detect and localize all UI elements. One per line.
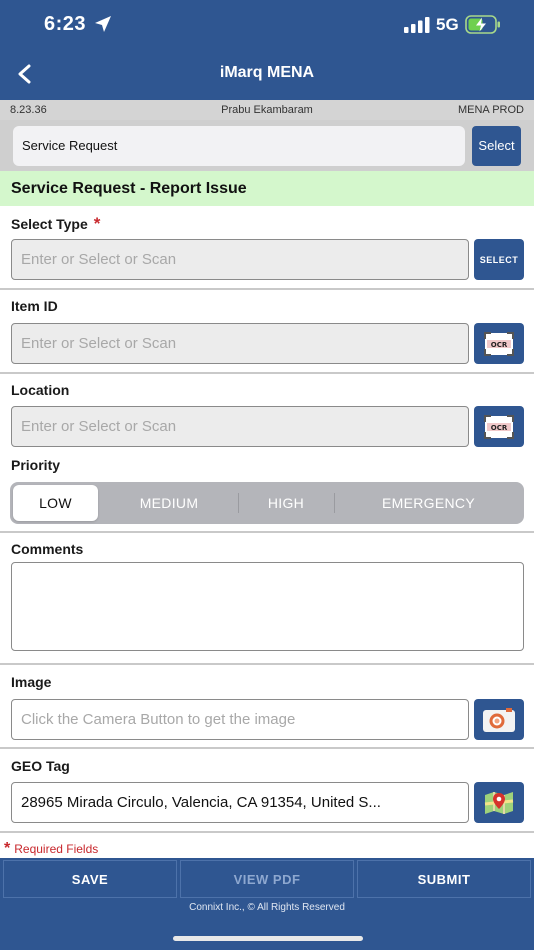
comments-label: Comments bbox=[11, 541, 84, 557]
cellular-signal-icon bbox=[404, 17, 430, 33]
divider bbox=[0, 747, 534, 749]
select-type-input[interactable]: Enter or Select or Scan bbox=[11, 239, 469, 280]
camera-icon bbox=[483, 707, 515, 732]
divider bbox=[0, 663, 534, 665]
priority-option-high[interactable]: HIGH bbox=[240, 485, 332, 521]
divider bbox=[0, 372, 534, 374]
ocr-scan-icon: OCR bbox=[484, 414, 514, 439]
required-star: * bbox=[93, 214, 101, 233]
module-field[interactable]: Service Request bbox=[13, 126, 465, 166]
divider bbox=[0, 831, 534, 833]
camera-button[interactable] bbox=[474, 699, 524, 740]
map-button[interactable] bbox=[474, 782, 524, 823]
segment-separator bbox=[334, 493, 335, 513]
info-bar: Prabu Ekambaram 8.23.36 MENA PROD bbox=[0, 100, 534, 120]
app-title: iMarq MENA bbox=[219, 64, 315, 81]
svg-text:OCR: OCR bbox=[491, 341, 508, 349]
location-input[interactable]: Enter or Select or Scan bbox=[11, 406, 469, 447]
comments-textarea[interactable] bbox=[11, 562, 524, 651]
priority-option-emergency[interactable]: EMERGENCY bbox=[336, 485, 521, 521]
svg-text:OCR: OCR bbox=[491, 424, 508, 432]
submit-button[interactable]: SUBMIT bbox=[357, 860, 531, 898]
view-pdf-button[interactable]: VIEW PDF bbox=[180, 860, 354, 898]
image-input[interactable]: Click the Camera Button to get the image bbox=[11, 699, 469, 740]
required-star: * bbox=[4, 840, 11, 857]
app-version: 8.23.36 bbox=[10, 104, 47, 116]
ocr-scan-icon: OCR bbox=[484, 331, 514, 356]
item-id-input[interactable]: Enter or Select or Scan bbox=[11, 323, 469, 364]
select-type-label: Select Type * bbox=[11, 214, 101, 233]
priority-option-medium[interactable]: MEDIUM bbox=[102, 485, 236, 521]
network-type: 5G bbox=[436, 15, 459, 34]
user-name: Prabu Ekambaram bbox=[221, 104, 313, 116]
location-scan-button[interactable]: OCR bbox=[474, 406, 524, 447]
copyright-text: Connixt Inc., © All Rights Reserved bbox=[189, 902, 345, 913]
item-id-scan-button[interactable]: OCR bbox=[474, 323, 524, 364]
image-label: Image bbox=[11, 674, 52, 690]
priority-segmented-control: LOW MEDIUM HIGH EMERGENCY bbox=[10, 482, 524, 524]
module-select-button[interactable]: Select bbox=[472, 126, 521, 166]
map-pin-icon bbox=[484, 791, 514, 814]
environment-label: MENA PROD bbox=[457, 104, 524, 116]
divider bbox=[0, 531, 534, 533]
item-id-label: Item ID bbox=[11, 298, 58, 314]
priority-label: Priority bbox=[11, 457, 61, 473]
geo-tag-input[interactable]: 28965 Mirada Circulo, Valencia, CA 91354… bbox=[11, 782, 469, 823]
select-type-button[interactable]: SELECT bbox=[474, 239, 524, 280]
segment-separator bbox=[238, 493, 239, 513]
divider bbox=[0, 288, 534, 290]
required-fields-note: * Required Fields bbox=[4, 840, 99, 857]
save-button[interactable]: SAVE bbox=[3, 860, 177, 898]
module-select-bar: Service Request Select bbox=[0, 120, 534, 171]
status-time: 6:23 bbox=[44, 13, 87, 35]
top-bar: 6:23 5G iMarq MENA bbox=[0, 0, 534, 100]
battery-charging-icon bbox=[465, 15, 500, 34]
geo-tag-label: GEO Tag bbox=[11, 758, 70, 774]
location-label: Location bbox=[11, 382, 70, 398]
section-title: Service Request - Report Issue bbox=[0, 171, 534, 206]
home-indicator[interactable] bbox=[173, 936, 363, 941]
priority-option-low[interactable]: LOW bbox=[13, 485, 98, 521]
location-arrow-icon bbox=[95, 16, 111, 32]
